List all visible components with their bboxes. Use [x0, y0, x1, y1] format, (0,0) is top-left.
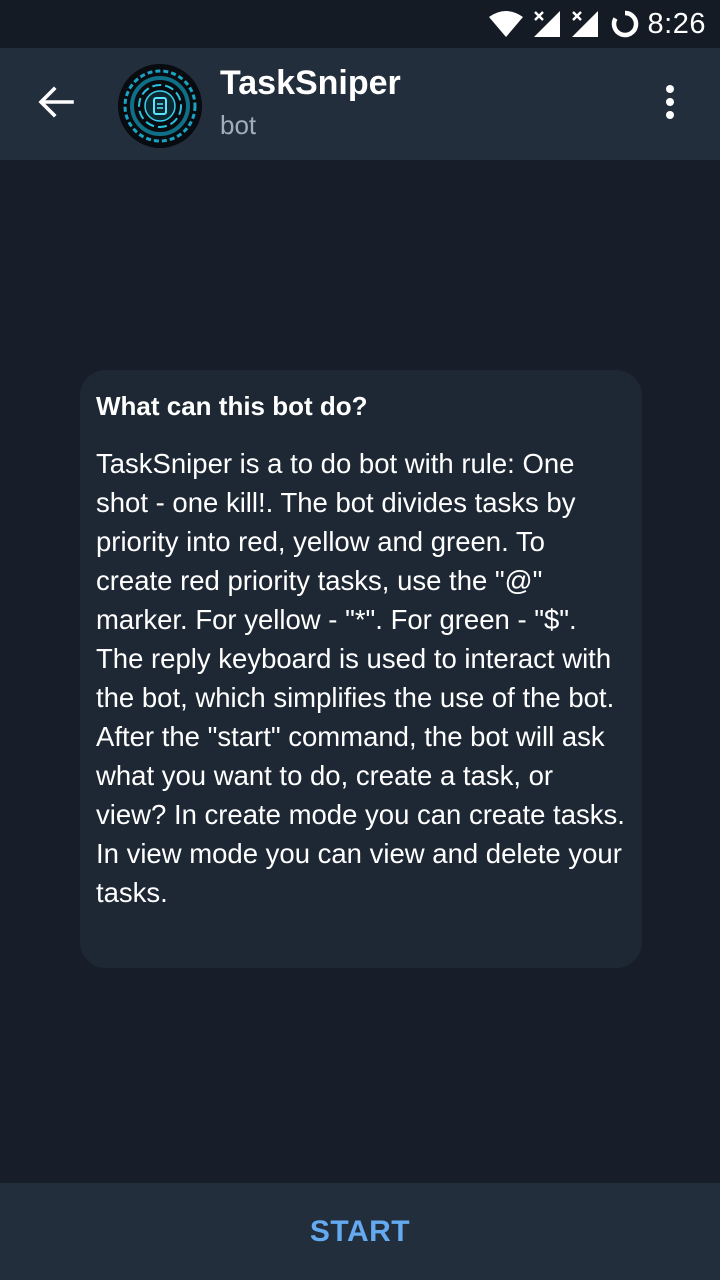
bot-info-title: What can this bot do? — [96, 391, 368, 421]
status-bar: 8:26 — [0, 0, 720, 48]
wifi-icon — [488, 9, 524, 39]
back-button[interactable] — [26, 74, 86, 134]
arrow-left-icon — [38, 85, 74, 123]
status-time: 8:26 — [647, 7, 706, 40]
bot-info-description: TaskSniper is a to do bot with rule: One… — [96, 448, 625, 908]
signal-no-data-icon — [532, 9, 562, 39]
more-vertical-icon — [664, 84, 676, 125]
chat-title[interactable]: TaskSniper — [220, 64, 401, 103]
more-menu-button[interactable] — [640, 74, 700, 134]
bot-info-card: What can this bot do? TaskSniper is a to… — [80, 370, 642, 968]
bot-avatar[interactable] — [118, 64, 202, 148]
bottom-bar: START — [0, 1183, 720, 1280]
start-button[interactable]: START — [270, 1205, 450, 1259]
loading-ring-icon — [610, 9, 640, 39]
signal-no-data-icon — [570, 9, 600, 39]
chat-subtitle: bot — [220, 110, 257, 140]
status-icons: 8:26 — [488, 6, 706, 42]
chat-header: TaskSniper bot — [0, 48, 720, 160]
